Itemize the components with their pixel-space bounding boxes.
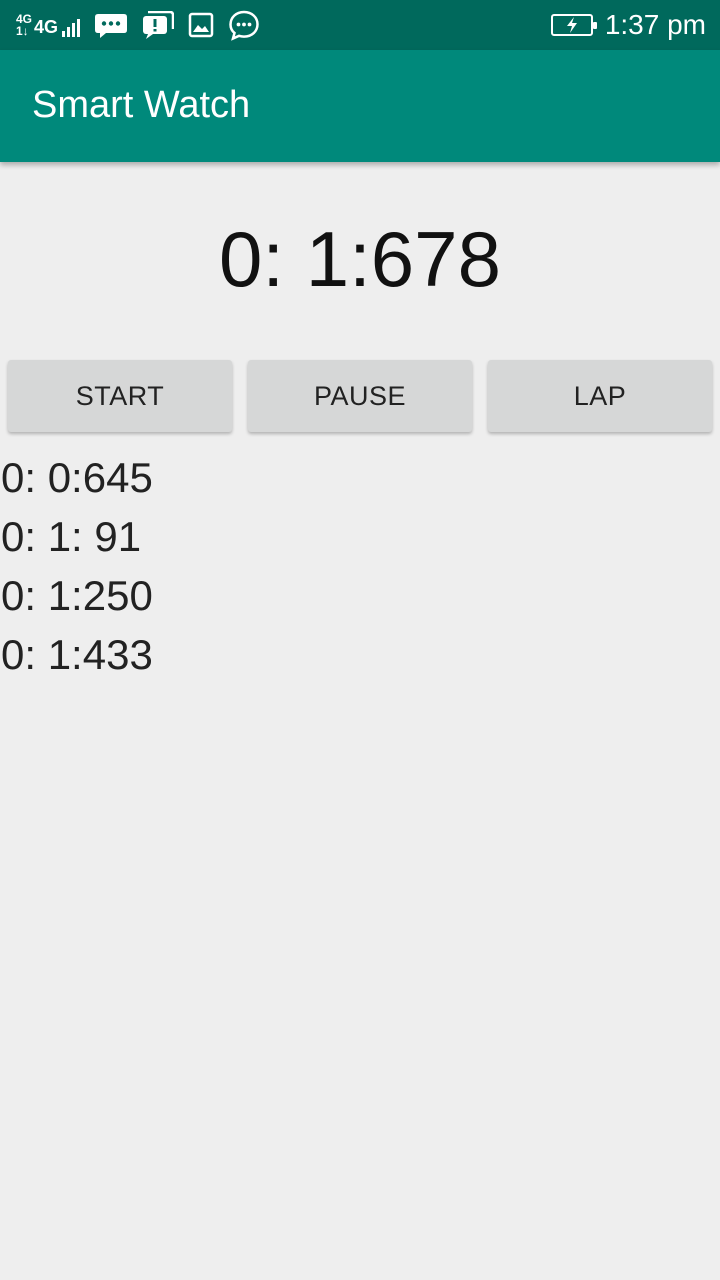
lightning-icon: [566, 17, 577, 33]
status-bar: 4G 1↓ 4G 1:37 pm: [0, 0, 720, 50]
pause-button[interactable]: PAUSE: [248, 360, 472, 432]
lap-item: 0: 0:645: [1, 454, 153, 501]
lap-item: 0: 1: 91: [1, 513, 142, 560]
controls-row: START PAUSE LAP: [0, 360, 720, 434]
chat-bubble-icon: [95, 14, 128, 38]
app-bar: Smart Watch: [0, 50, 720, 162]
lap-item: 0: 1:433: [1, 631, 153, 678]
start-button[interactable]: START: [8, 360, 232, 432]
lap-item: 0: 1:250: [1, 572, 153, 619]
network-indicator: 4G 1↓ 4G: [16, 13, 81, 37]
lap-list: 0: 0:645 0: 1: 91 0: 1:250 0: 1:433: [0, 448, 720, 684]
network-type-main: 4G: [34, 17, 59, 37]
image-icon: [188, 12, 214, 38]
timer-display: 0: 1:678: [219, 215, 501, 303]
battery-charging-icon: [550, 14, 597, 36]
status-right: 1:37 pm: [550, 8, 706, 42]
network-type-bottom: 1↓: [16, 24, 29, 38]
app-title: Smart Watch: [32, 84, 251, 126]
alert-message-icon: [143, 11, 175, 39]
status-left: 4G 1↓ 4G: [16, 8, 260, 42]
network-type: 4G 1↓: [16, 13, 32, 37]
lap-button[interactable]: LAP: [488, 360, 712, 432]
message-dots-icon: [229, 10, 259, 41]
signal-strength-icon: [62, 17, 81, 37]
status-time: 1:37 pm: [604, 9, 706, 40]
